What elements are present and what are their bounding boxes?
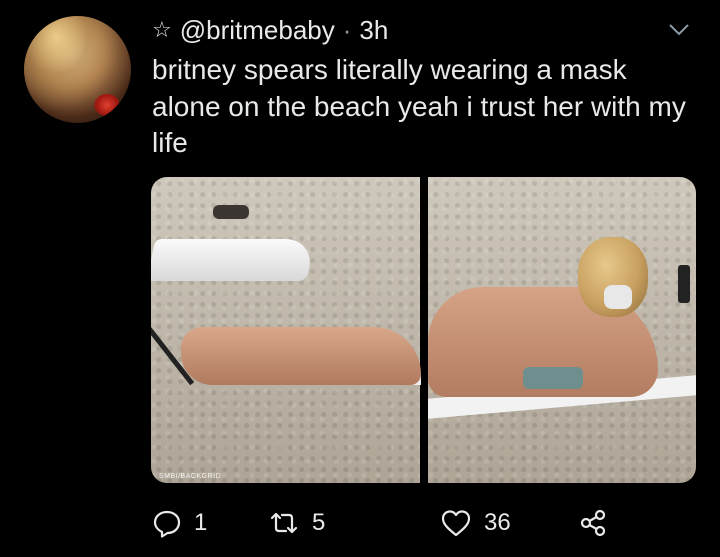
sand-shoe bbox=[213, 205, 249, 219]
reply-button[interactable]: 1 bbox=[152, 508, 207, 538]
face-mask bbox=[603, 285, 632, 309]
separator-dot: · bbox=[342, 14, 352, 45]
reply-count: 1 bbox=[194, 509, 208, 536]
share-icon bbox=[578, 508, 608, 538]
phone bbox=[677, 265, 690, 303]
user-handle[interactable]: @britmebaby bbox=[180, 15, 335, 46]
legs bbox=[181, 327, 421, 385]
tweet-actions: 1 5 36 bbox=[152, 505, 632, 541]
retweet-icon bbox=[268, 508, 300, 538]
timestamp[interactable]: 3h bbox=[359, 15, 388, 46]
retweet-button[interactable]: 5 bbox=[268, 508, 325, 538]
media-photo-left[interactable]: SMBI/BACKGRID bbox=[151, 177, 421, 483]
towel bbox=[151, 239, 316, 281]
avatar[interactable] bbox=[24, 16, 131, 123]
star-icon: ☆ bbox=[152, 17, 172, 42]
photo-watermark: SMBI/BACKGRID bbox=[159, 473, 222, 480]
retweet-count: 5 bbox=[312, 509, 326, 536]
tweet-header: ☆ @britmebaby · 3h bbox=[152, 14, 388, 46]
reply-icon bbox=[152, 508, 182, 538]
heart-icon bbox=[440, 508, 472, 538]
avatar-flower bbox=[94, 94, 120, 116]
chevron-down-icon[interactable] bbox=[665, 16, 693, 44]
like-count: 36 bbox=[484, 509, 511, 536]
tweet-media[interactable]: SMBI/BACKGRID bbox=[151, 177, 696, 483]
tweet-text: britney spears literally wearing a mask … bbox=[152, 54, 686, 158]
like-button[interactable]: 36 bbox=[440, 508, 511, 538]
bikini bbox=[522, 367, 583, 389]
media-photo-right[interactable] bbox=[427, 177, 696, 483]
share-button[interactable] bbox=[578, 508, 608, 538]
